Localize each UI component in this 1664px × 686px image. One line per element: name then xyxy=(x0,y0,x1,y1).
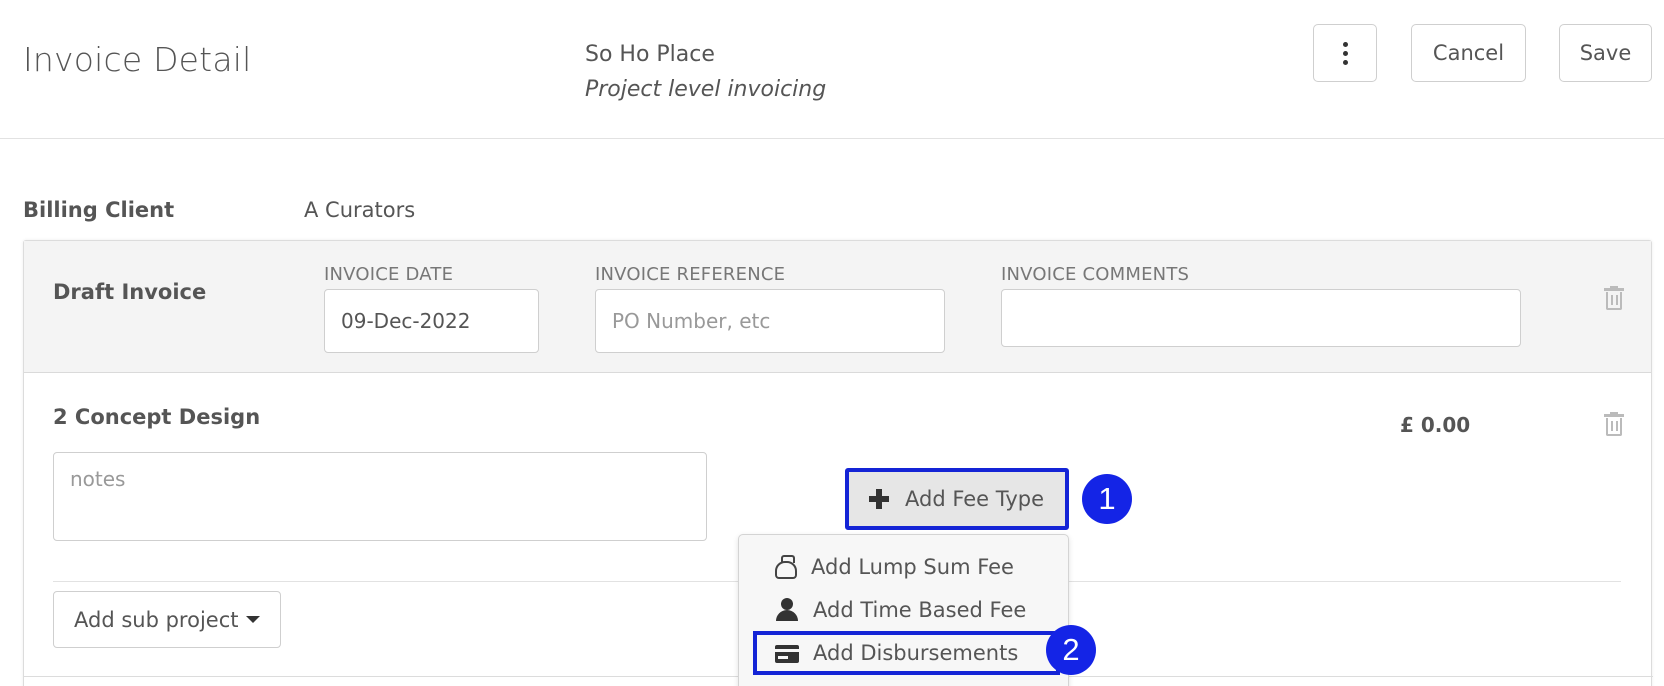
menu-item-disbursements[interactable]: Add Disbursements xyxy=(753,631,1060,675)
draft-invoice-title: Draft Invoice xyxy=(53,280,207,304)
kebab-menu-icon xyxy=(1342,41,1348,65)
invoice-comments-input[interactable] xyxy=(1001,289,1521,347)
invoice-comments-label: INVOICE COMMENTS xyxy=(1001,264,1190,285)
project-name: So Ho Place xyxy=(585,42,715,67)
add-sub-project-button[interactable]: Add sub project xyxy=(53,591,281,648)
plus-icon xyxy=(869,489,889,509)
draft-invoice-header: Draft Invoice INVOICE DATE 09-Dec-2022 I… xyxy=(24,241,1651,373)
menu-item-label: Add Disbursements xyxy=(813,641,1019,665)
menu-item-time-based-fee[interactable]: Add Time Based Fee xyxy=(739,590,1068,630)
sub-project-title: 2 Concept Design xyxy=(53,405,261,429)
invoice-date-label: INVOICE DATE xyxy=(324,264,454,285)
step-marker-2: 2 xyxy=(1046,625,1096,675)
sub-project-amount: £ 0.00 xyxy=(1400,413,1471,437)
page-header: Invoice Detail So Ho Place Project level… xyxy=(0,0,1664,139)
menu-item-label: Add Lump Sum Fee xyxy=(811,555,1014,579)
delete-invoice-trash-icon[interactable] xyxy=(1604,286,1624,310)
notes-textarea[interactable]: notes xyxy=(53,452,707,541)
money-bag-icon xyxy=(775,555,797,579)
cancel-button[interactable]: Cancel xyxy=(1411,24,1526,82)
add-sub-project-label: Add sub project xyxy=(74,607,239,632)
invoice-reference-label: INVOICE REFERENCE xyxy=(595,264,786,285)
add-fee-type-label: Add Fee Type xyxy=(905,487,1045,511)
add-fee-type-button[interactable]: Add Fee Type xyxy=(845,468,1069,530)
save-button[interactable]: Save xyxy=(1559,24,1652,82)
menu-item-label: Add Time Based Fee xyxy=(813,598,1027,622)
invoice-date-input[interactable]: 09-Dec-2022 xyxy=(324,289,539,353)
page-title: Invoice Detail xyxy=(23,40,252,79)
delete-sub-project-trash-icon[interactable] xyxy=(1604,412,1624,436)
fee-type-dropdown-menu: Add Lump Sum Fee Add Time Based Fee Add … xyxy=(738,534,1069,686)
caret-down-icon xyxy=(246,616,261,623)
project-subtitle: Project level invoicing xyxy=(585,77,827,102)
invoice-reference-input[interactable]: PO Number, etc xyxy=(595,289,945,353)
menu-item-lump-sum-fee[interactable]: Add Lump Sum Fee xyxy=(739,547,1068,587)
more-options-button[interactable] xyxy=(1313,24,1377,82)
step-marker-1: 1 xyxy=(1082,474,1132,524)
billing-client-value: A Curators xyxy=(304,198,416,222)
billing-client-label: Billing Client xyxy=(23,198,175,222)
person-icon xyxy=(775,598,799,622)
invoice-card: Draft Invoice INVOICE DATE 09-Dec-2022 I… xyxy=(23,240,1653,686)
credit-card-icon xyxy=(775,645,799,663)
